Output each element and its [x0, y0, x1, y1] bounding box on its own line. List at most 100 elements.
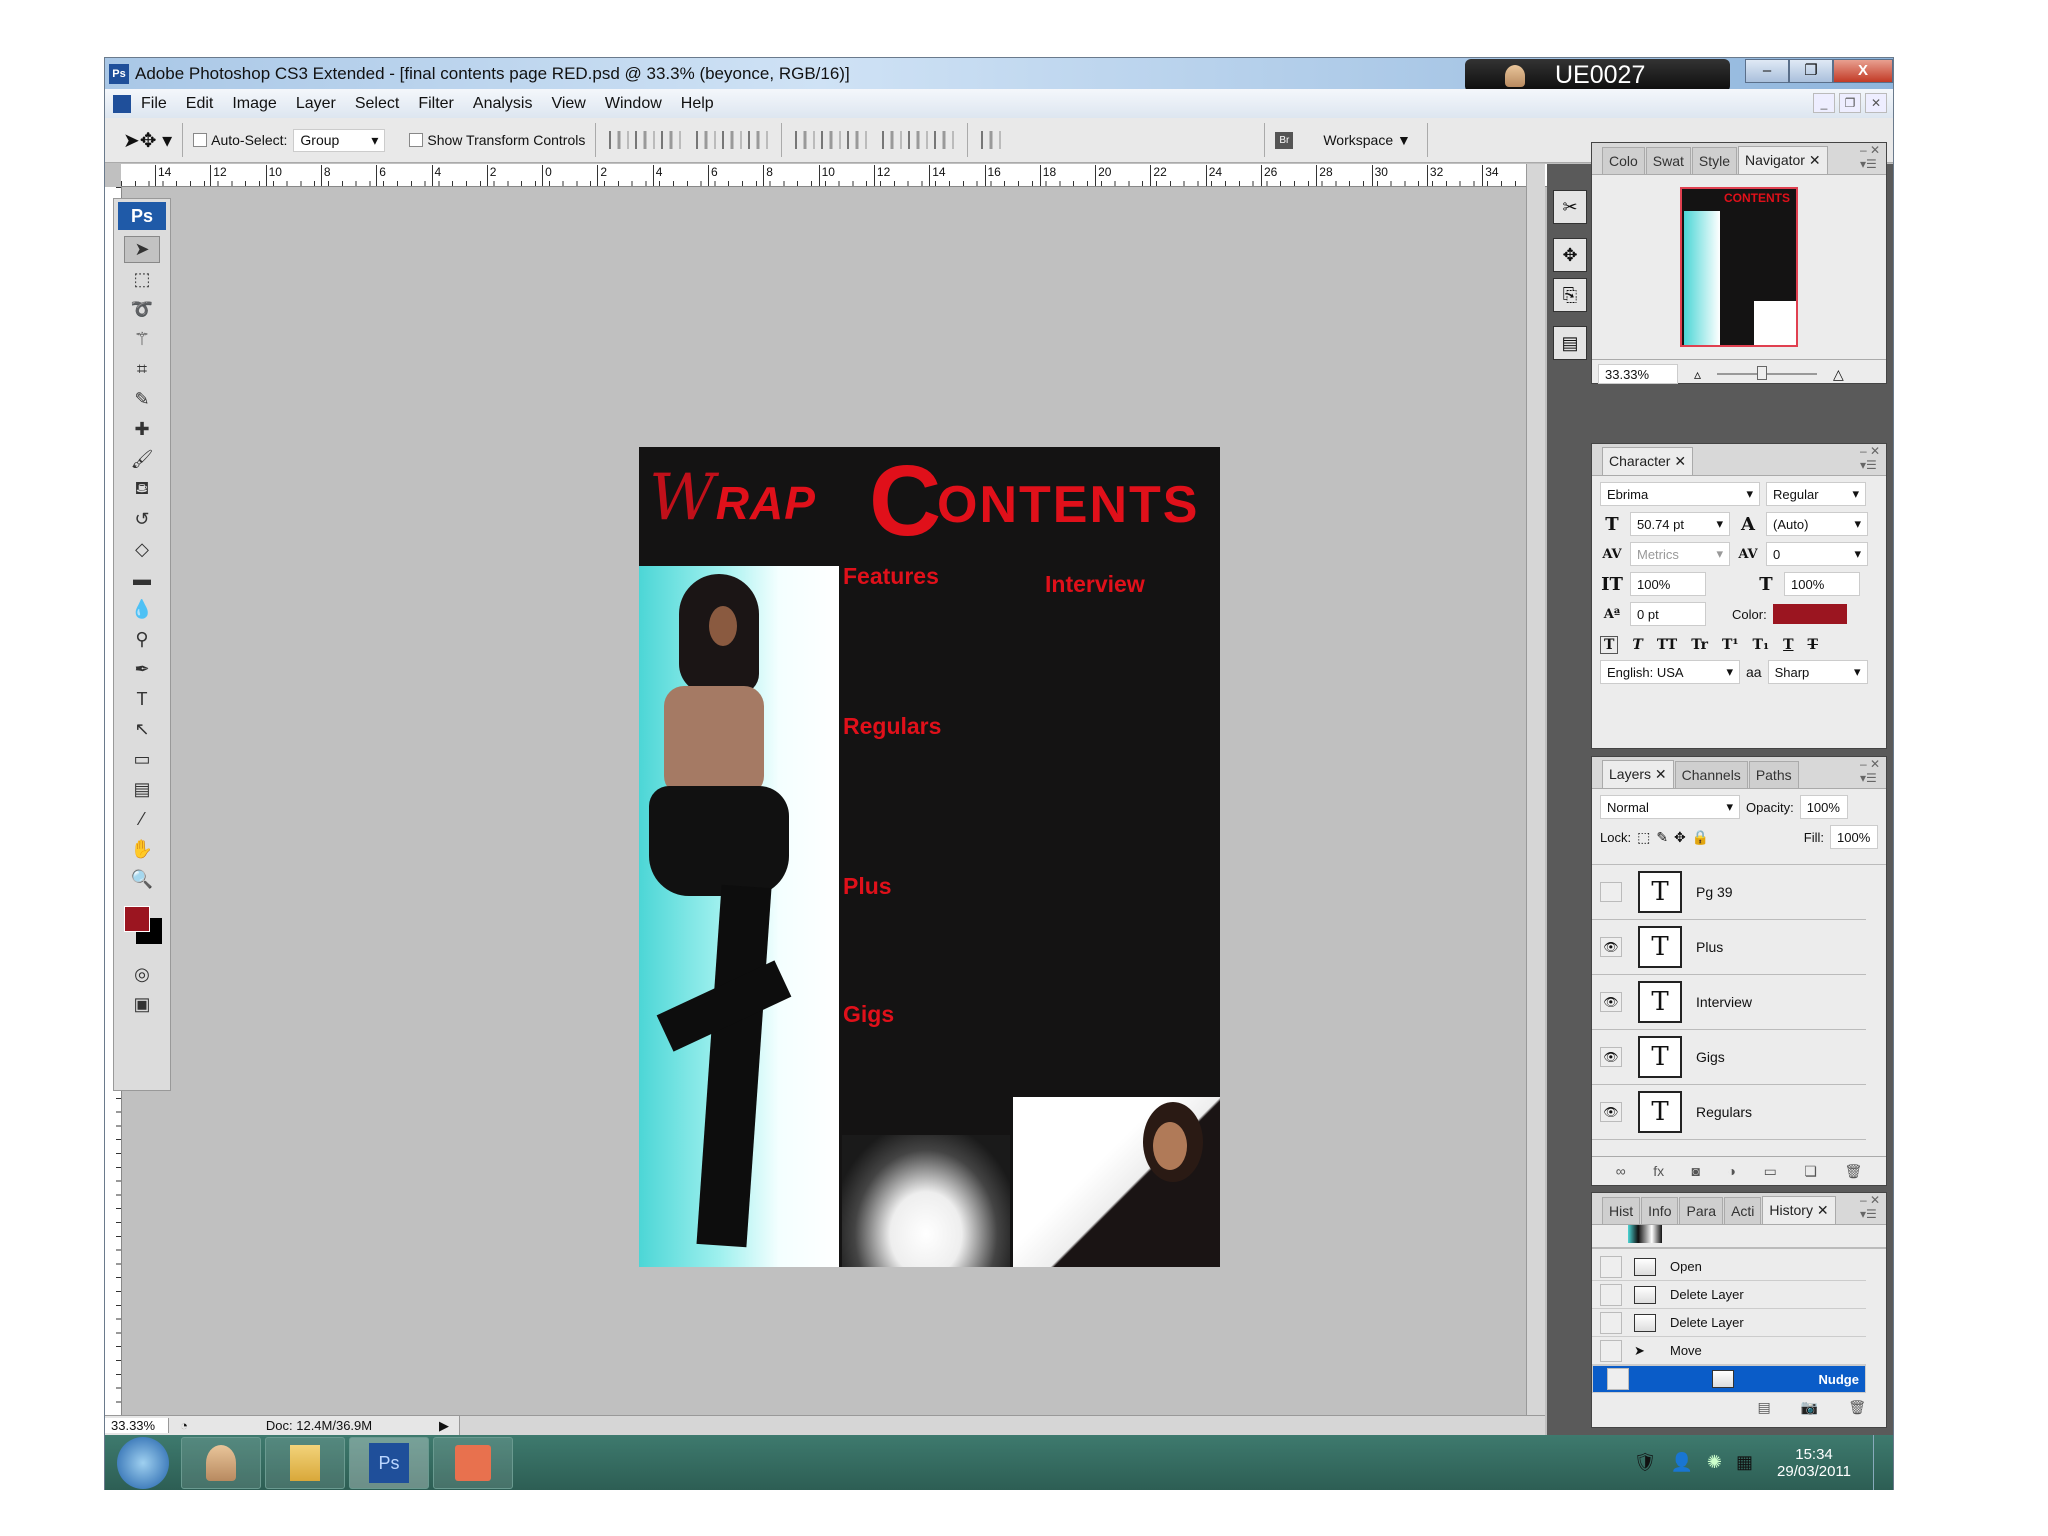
history-snapshot[interactable]	[1628, 1225, 1662, 1243]
lock-all-icon[interactable]: 🔒	[1692, 829, 1709, 846]
taskbar-powerpoint-button[interactable]	[433, 1436, 513, 1489]
path-selection-icon[interactable]: ↖	[124, 716, 160, 743]
distribute-vcenter-icon[interactable]	[821, 131, 842, 149]
tab-paths[interactable]: Paths	[1748, 761, 1799, 788]
delete-layer-icon[interactable]: 🗑	[1844, 1163, 1862, 1180]
horizontal-scrollbar[interactable]	[459, 1416, 1545, 1435]
history-item[interactable]: Delete Layer	[1592, 1309, 1866, 1337]
new-group-icon[interactable]: ▭	[1764, 1163, 1777, 1180]
lock-transparency-icon[interactable]: ⬚	[1637, 829, 1650, 846]
show-transform-checkbox[interactable]	[409, 133, 424, 147]
history-brush-icon[interactable]: ↺	[124, 506, 160, 533]
tab-history[interactable]: History ✕	[1762, 1196, 1836, 1224]
distribute-right-icon[interactable]	[934, 131, 955, 149]
eye-icon[interactable]: 👁	[1600, 992, 1622, 1012]
tool-presets-icon[interactable]: ✂	[1553, 190, 1587, 224]
lock-position-icon[interactable]: ✥	[1674, 829, 1686, 846]
slice-tool-icon[interactable]: ✎	[124, 386, 160, 413]
layer-row[interactable]: 👁 T Plus	[1592, 920, 1866, 975]
zoom-tool-icon[interactable]: 🔍	[124, 866, 160, 893]
lock-pixels-icon[interactable]: ✎	[1656, 829, 1668, 846]
layer-mask-icon[interactable]: ◙	[1692, 1163, 1700, 1180]
delete-state-icon[interactable]: 🗑	[1848, 1399, 1866, 1416]
tab-styles[interactable]: Style	[1691, 147, 1738, 174]
foreground-color-swatch[interactable]	[124, 906, 150, 932]
auto-select-checkbox[interactable]	[193, 133, 208, 147]
history-item[interactable]: Open	[1592, 1253, 1866, 1281]
status-menu-arrow[interactable]: ▶	[439, 1418, 459, 1434]
menu-edit[interactable]: Edit	[186, 95, 214, 113]
font-size-field[interactable]: 50.74 pt ▾	[1630, 512, 1730, 536]
menu-view[interactable]: View	[551, 95, 585, 113]
horizontal-scale-field[interactable]: 100%	[1784, 572, 1860, 596]
brush-tool-icon[interactable]: 🖌	[124, 446, 160, 473]
navigator-zoom-field[interactable]: 33.33%	[1598, 364, 1678, 384]
new-document-from-state-icon[interactable]: ▤	[1758, 1399, 1771, 1416]
brushes-icon[interactable]: ✥	[1553, 238, 1587, 272]
faux-italic-button[interactable]: T	[1632, 637, 1642, 653]
crop-tool-icon[interactable]: ⌗	[124, 356, 160, 383]
maximize-button[interactable]: ❐	[1789, 59, 1833, 83]
distribute-hcenter-icon[interactable]	[908, 131, 929, 149]
taskbar-explorer-button[interactable]	[265, 1436, 345, 1489]
tray-network-icon[interactable]: ✺	[1707, 1452, 1722, 1473]
visibility-toggle[interactable]	[1600, 882, 1622, 902]
doc-restore-button[interactable]: ❐	[1839, 93, 1861, 113]
healing-brush-icon[interactable]: ✚	[124, 416, 160, 443]
menu-select[interactable]: Select	[355, 95, 399, 113]
layer-row[interactable]: 👁 T Interview	[1592, 975, 1866, 1030]
baseline-shift-field[interactable]: 0 pt	[1630, 602, 1706, 626]
subscript-button[interactable]: T₁	[1753, 637, 1770, 653]
hand-tool-icon[interactable]: ✋	[124, 836, 160, 863]
clone-source-icon[interactable]: ⎘	[1553, 278, 1587, 312]
color-swatches[interactable]	[114, 896, 170, 958]
eyedropper-tool-icon[interactable]: ⁄	[124, 806, 160, 833]
tab-layers[interactable]: Layers ✕	[1602, 760, 1674, 788]
magic-wand-tool-icon[interactable]: ⚚	[124, 326, 160, 353]
link-layers-icon[interactable]: ∞	[1616, 1163, 1626, 1180]
lasso-tool-icon[interactable]: ➰	[124, 296, 160, 323]
layer-row[interactable]: 👁 T Gigs	[1592, 1030, 1866, 1085]
status-zoom[interactable]: 33.33%	[105, 1418, 169, 1433]
eye-icon[interactable]: 👁	[1600, 1047, 1622, 1067]
align-left-icon[interactable]	[696, 131, 717, 149]
history-item-selected[interactable]: Nudge	[1592, 1365, 1866, 1393]
tab-histogram[interactable]: Hist	[1602, 1197, 1641, 1224]
tab-info[interactable]: Info	[1641, 1197, 1679, 1224]
menu-analysis[interactable]: Analysis	[473, 95, 533, 113]
leading-field[interactable]: (Auto) ▾	[1766, 512, 1868, 536]
tray-clock[interactable]: 15:34 29/03/2011	[1777, 1446, 1851, 1480]
navigator-preview[interactable]: CONTENTS	[1680, 187, 1798, 347]
new-layer-icon[interactable]: ❏	[1804, 1163, 1817, 1180]
vertical-scale-field[interactable]: 100%	[1630, 572, 1706, 596]
tray-user-icon[interactable]: 👤	[1671, 1452, 1693, 1473]
tab-color[interactable]: Colo	[1602, 147, 1645, 174]
taskbar-user-button[interactable]	[181, 1436, 261, 1489]
font-style-dropdown[interactable]: Regular ▾	[1766, 482, 1866, 506]
language-dropdown[interactable]: English: USA ▾	[1600, 660, 1740, 684]
dodge-tool-icon[interactable]: ⚲	[124, 626, 160, 653]
layer-comps-icon[interactable]: ▤	[1553, 326, 1587, 360]
clone-stamp-icon[interactable]: ⛾	[124, 476, 160, 503]
align-right-icon[interactable]	[748, 131, 769, 149]
navigator-zoom-slider[interactable]	[1717, 366, 1818, 380]
eraser-tool-icon[interactable]: ◇	[124, 536, 160, 563]
fill-field[interactable]: 100%	[1830, 825, 1878, 849]
show-desktop-button[interactable]	[1873, 1435, 1893, 1490]
superscript-button[interactable]: T¹	[1722, 637, 1739, 653]
menu-help[interactable]: Help	[681, 95, 714, 113]
eye-icon[interactable]: 👁	[1600, 937, 1622, 957]
faux-bold-button[interactable]: T	[1600, 636, 1619, 654]
layer-row[interactable]: 👁 T Regulars	[1592, 1085, 1866, 1140]
strikethrough-button[interactable]: T	[1808, 637, 1818, 653]
minimize-button[interactable]: –	[1745, 59, 1789, 83]
all-caps-button[interactable]: TT	[1657, 637, 1677, 653]
tab-channels[interactable]: Channels	[1674, 761, 1748, 788]
menu-filter[interactable]: Filter	[418, 95, 454, 113]
tab-swatches[interactable]: Swat	[1645, 147, 1691, 174]
type-tool-icon[interactable]: T	[124, 686, 160, 713]
shape-tool-icon[interactable]: ▭	[124, 746, 160, 773]
document-canvas[interactable]: WRAP C ONTENTS Features Interview Regula…	[639, 447, 1220, 1267]
vertical-scrollbar[interactable]	[1526, 164, 1545, 1416]
workspace-button[interactable]: Workspace ▼	[1323, 132, 1411, 148]
